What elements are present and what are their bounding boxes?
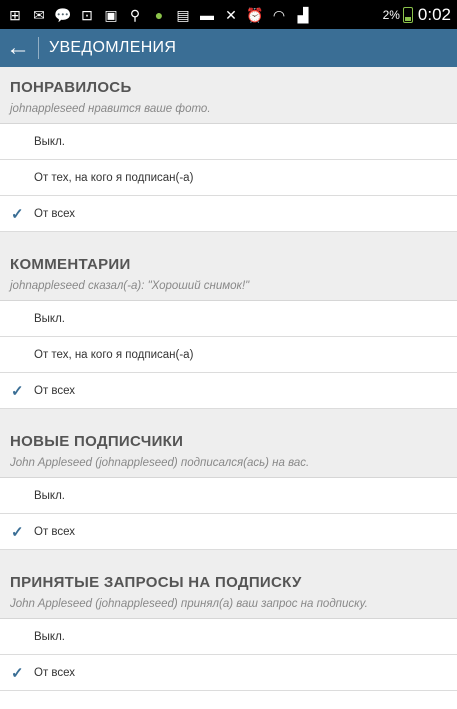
messages-icon: ▬: [200, 6, 214, 23]
notification-icons: ⊞ ✉ 💬 ⊡ ▣ ⚲ ● ▤ ▬ ✕ ⏰ ◠ ▟: [6, 7, 383, 23]
section-header: ПОНРАВИЛОСЬ johnappleseed нравится ваше ф…: [0, 67, 457, 124]
checkmark-icon: ✓: [11, 523, 24, 541]
radio-option[interactable]: ✓ От всех: [0, 373, 457, 409]
action-bar: ← УВЕДОМЛЕНИЯ: [0, 29, 457, 67]
battery-icon: [402, 6, 413, 23]
back-button[interactable]: ←: [0, 29, 36, 67]
radio-option[interactable]: ✓ От всех: [0, 514, 457, 550]
clipboard-icon: ▤: [176, 6, 190, 23]
checkmark-icon: ✓: [11, 664, 24, 682]
mute-icon: ✕: [225, 6, 237, 23]
option-label: Выкл.: [34, 135, 66, 148]
settings-section: ПОНРАВИЛОСЬ johnappleseed нравится ваше ф…: [0, 67, 457, 244]
section-header: КОММЕНТАРИИ johnappleseed сказал(-а): "Хо…: [0, 244, 457, 301]
section-title: ПОНРАВИЛОСЬ: [10, 79, 132, 96]
section-example: John Appleseed (johnappleseed) принял(а)…: [10, 598, 368, 610]
radio-option[interactable]: Выкл.: [0, 124, 457, 160]
wifi-icon: ◠: [272, 6, 286, 23]
bug-icon: ●: [154, 6, 164, 23]
clock: 0:02: [417, 4, 451, 24]
option-label: Выкл.: [34, 312, 66, 325]
chat-icon: 💬: [54, 6, 72, 23]
signal-icon: ▟: [297, 6, 309, 23]
option-label: От всех: [34, 384, 76, 397]
radio-option[interactable]: От тех, на кого я подписан(-а): [0, 160, 457, 196]
mail-icon: ✉: [33, 6, 45, 23]
page-title: УВЕДОМЛЕНИЯ: [49, 39, 177, 56]
option-label: От тех, на кого я подписан(-а): [34, 348, 194, 361]
image-icon: ▣: [104, 6, 118, 23]
battery-percent: 2%: [382, 7, 400, 22]
checkmark-icon: ✓: [11, 382, 24, 400]
section-header: ПРИНЯТЫЕ ЗАПРОСЫ НА ПОДПИСКУ John Applese…: [0, 562, 457, 619]
section-title: КОММЕНТАРИИ: [10, 256, 131, 273]
option-label: От всех: [34, 525, 76, 538]
status-right: 2% 0:02: [383, 5, 451, 25]
section-example: johnappleseed сказал(-а): "Хороший снимо…: [10, 280, 250, 292]
option-label: От всех: [34, 207, 76, 220]
radio-option[interactable]: ✓ От всех: [0, 196, 457, 232]
settings-section: ПРИНЯТЫЕ ЗАПРОСЫ НА ПОДПИСКУ John Applese…: [0, 562, 457, 691]
section-gap: [0, 550, 457, 562]
screenshot-icon: ⊡: [81, 6, 93, 23]
search-icon: ⚲: [129, 6, 141, 23]
radio-option[interactable]: ✓ От всех: [0, 655, 457, 691]
section-gap: [0, 409, 457, 421]
option-label: Выкл.: [34, 630, 66, 643]
section-title: НОВЫЕ ПОДПИСЧИКИ: [10, 433, 184, 450]
section-title: ПРИНЯТЫЕ ЗАПРОСЫ НА ПОДПИСКУ: [10, 574, 302, 591]
settings-list[interactable]: ПОНРАВИЛОСЬ johnappleseed нравится ваше ф…: [0, 67, 457, 691]
section-example: johnappleseed нравится ваше фото.: [10, 103, 211, 115]
section-gap: [0, 232, 457, 244]
arrow-left-icon: ←: [6, 34, 30, 61]
radio-option[interactable]: Выкл.: [0, 478, 457, 514]
option-label: Выкл.: [34, 489, 66, 502]
radio-option[interactable]: Выкл.: [0, 301, 457, 337]
section-example: John Appleseed (johnappleseed) подписалс…: [10, 457, 310, 469]
settings-section: НОВЫЕ ПОДПИСЧИКИ John Appleseed (johnappl…: [0, 421, 457, 562]
radio-option[interactable]: Выкл.: [0, 619, 457, 655]
option-label: От всех: [34, 666, 76, 679]
alarm-icon: ⏰: [246, 6, 264, 23]
radio-option[interactable]: От тех, на кого я подписан(-а): [0, 337, 457, 373]
checkmark-icon: ✓: [11, 205, 24, 223]
option-label: От тех, на кого я подписан(-а): [34, 171, 194, 184]
settings-section: КОММЕНТАРИИ johnappleseed сказал(-а): "Хо…: [0, 244, 457, 421]
status-bar: ⊞ ✉ 💬 ⊡ ▣ ⚲ ● ▤ ▬ ✕ ⏰ ◠ ▟ 2% 0:02: [0, 0, 457, 29]
plus-box-icon: ⊞: [9, 6, 21, 23]
section-header: НОВЫЕ ПОДПИСЧИКИ John Appleseed (johnappl…: [0, 421, 457, 478]
action-bar-divider: [38, 37, 39, 59]
